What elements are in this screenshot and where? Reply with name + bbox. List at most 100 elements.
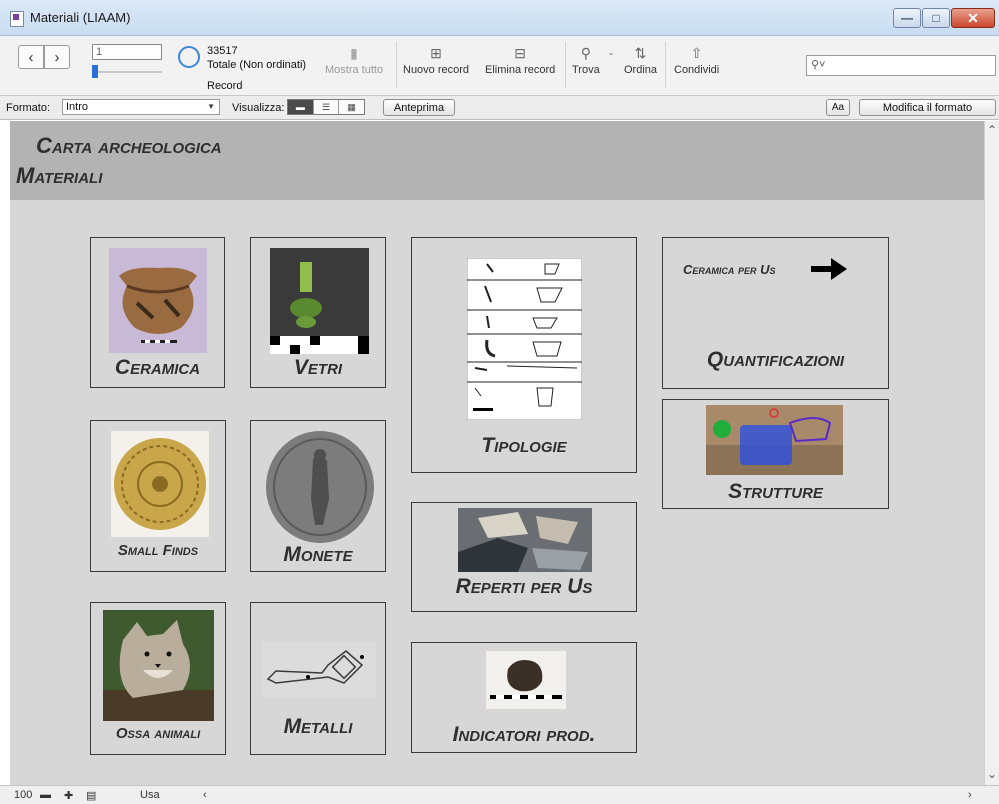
record-slider[interactable] bbox=[92, 65, 162, 78]
chevron-down-icon: ⌄ bbox=[607, 48, 615, 57]
edit-layout-button[interactable]: Modifica il formato bbox=[859, 99, 996, 116]
font-size-button[interactable]: Aa bbox=[826, 99, 850, 116]
share-button[interactable]: ⇧ Condividi bbox=[674, 42, 719, 76]
toolbar-divider bbox=[396, 42, 397, 88]
layout-select[interactable]: Intro ▼ bbox=[62, 99, 220, 115]
delete-record-label: Elimina record bbox=[485, 64, 556, 76]
zoom-out-icon[interactable]: ▬ bbox=[40, 789, 51, 801]
layout-content: Carta archeologica Materiali Ceramica Ve… bbox=[10, 121, 984, 785]
view-label: Visualizza: bbox=[232, 102, 285, 114]
scroll-right-icon[interactable]: › bbox=[968, 789, 972, 801]
card-strutture[interactable]: Strutture bbox=[662, 399, 889, 509]
new-record-label: Nuovo record bbox=[403, 64, 470, 76]
vetri-image bbox=[270, 248, 369, 354]
status-bar: 100 ▬ ✚ ▤ Usa ‹ › bbox=[0, 785, 999, 804]
small-finds-image bbox=[111, 431, 209, 537]
toolbar-divider bbox=[665, 42, 666, 88]
card-small-finds[interactable]: Small Finds bbox=[90, 420, 226, 572]
list-view-button[interactable]: ☰ bbox=[313, 100, 340, 114]
record-label: Record bbox=[207, 80, 243, 92]
indicatori-image bbox=[486, 651, 566, 709]
layout-select-value: Intro bbox=[66, 101, 89, 113]
find-label: Trova bbox=[572, 64, 600, 76]
ceramica-image bbox=[109, 248, 207, 353]
sort-label: Ordina bbox=[624, 64, 658, 76]
monete-image bbox=[263, 429, 377, 545]
vertical-scrollbar[interactable]: ⌃ ⌄ bbox=[984, 121, 999, 785]
card-tipologie[interactable]: Tipologie bbox=[411, 237, 637, 473]
header-band: Carta archeologica Materiali bbox=[10, 121, 984, 200]
card-indicatori-prod-label: Indicatori prod. bbox=[452, 723, 596, 746]
ossa-animali-image bbox=[103, 610, 214, 721]
card-metalli-label: Metalli bbox=[283, 715, 353, 738]
ceramica-per-us-link[interactable]: Ceramica per Us bbox=[683, 262, 776, 277]
zoom-in-icon[interactable]: ✚ bbox=[64, 789, 73, 802]
view-as-switch: ▬ ☰ ▦ bbox=[287, 99, 365, 115]
scroll-left-icon[interactable]: ‹ bbox=[203, 789, 207, 801]
card-quantificazioni[interactable]: Ceramica per Us Quantificazioni bbox=[662, 237, 889, 389]
toolbar-divider bbox=[565, 42, 566, 88]
card-monete-label: Monete bbox=[283, 543, 353, 566]
card-ceramica[interactable]: Ceramica bbox=[90, 237, 225, 388]
next-record-button[interactable]: › bbox=[44, 45, 70, 69]
card-ossa-animali-label: Ossa animali bbox=[115, 725, 201, 742]
toolbar-toggle-icon[interactable]: ▤ bbox=[86, 789, 96, 802]
card-vetri[interactable]: Vetri bbox=[250, 237, 386, 388]
page-title: Carta archeologica bbox=[36, 133, 222, 158]
window-titlebar: Materiali (LIAAM) — □ ✕ bbox=[0, 0, 999, 36]
new-record-button[interactable]: ⊞ Nuovo record bbox=[403, 42, 469, 76]
card-strutture-label: Strutture bbox=[728, 480, 823, 503]
table-view-button[interactable]: ▦ bbox=[339, 100, 365, 114]
page-subtitle: Materiali bbox=[16, 163, 103, 188]
format-label: Formato: bbox=[6, 102, 51, 114]
form-view-button[interactable]: ▬ bbox=[288, 100, 314, 114]
metalli-image bbox=[262, 643, 376, 697]
previous-record-button[interactable]: ‹ bbox=[18, 45, 44, 69]
close-button[interactable]: ✕ bbox=[951, 8, 995, 28]
scroll-down-icon[interactable]: ⌄ bbox=[987, 767, 997, 781]
tipologie-image bbox=[467, 258, 582, 420]
show-all-label: Mostra tutto bbox=[325, 64, 384, 76]
show-all-icon: ▮ bbox=[350, 45, 358, 61]
card-indicatori-prod[interactable]: Indicatori prod. bbox=[411, 642, 637, 753]
total-label: Totale (Non ordinati) bbox=[207, 59, 307, 71]
strutture-image bbox=[706, 405, 843, 475]
card-reperti-per-us-label: Reperti per Us bbox=[455, 575, 593, 598]
search-icon: ⚲˅ bbox=[811, 59, 826, 71]
card-reperti-per-us[interactable]: Reperti per Us bbox=[411, 502, 637, 612]
chevron-down-icon: ▼ bbox=[207, 102, 215, 111]
scroll-up-icon[interactable]: ⌃ bbox=[987, 123, 997, 137]
toolbar: ‹ › 1 33517 Totale (Non ordinati) Record… bbox=[0, 36, 999, 96]
find-menu-button[interactable]: ⌄ bbox=[606, 42, 616, 64]
chevron-left-icon: ‹ bbox=[28, 48, 34, 66]
zoom-level[interactable]: 100 bbox=[14, 789, 32, 801]
show-all-button[interactable]: ▮ Mostra tutto bbox=[325, 42, 383, 76]
card-tipologie-label: Tipologie bbox=[481, 434, 567, 457]
record-slider-thumb[interactable] bbox=[92, 65, 98, 78]
card-metalli[interactable]: Metalli bbox=[250, 602, 386, 755]
card-small-finds-label: Small Finds bbox=[117, 542, 199, 559]
arrow-right-icon bbox=[811, 258, 847, 280]
sort-icon: ⇅ bbox=[634, 45, 647, 61]
share-icon: ⇧ bbox=[690, 45, 703, 61]
find-button[interactable]: ⚲ Trova bbox=[572, 42, 600, 76]
app-icon bbox=[10, 11, 24, 27]
sort-button[interactable]: ⇅ Ordina bbox=[624, 42, 657, 76]
preview-button[interactable]: Anteprima bbox=[383, 99, 455, 116]
record-number-input[interactable]: 1 bbox=[92, 44, 162, 60]
maximize-button[interactable]: □ bbox=[922, 8, 950, 28]
quick-find-input[interactable]: ⚲˅ bbox=[806, 55, 996, 76]
found-set-pie-icon bbox=[178, 46, 200, 68]
layout-bar: Formato: Intro ▼ Visualizza: ▬ ☰ ▦ Antep… bbox=[0, 96, 999, 120]
delete-record-button[interactable]: ⊟ Elimina record bbox=[485, 42, 555, 76]
new-record-icon: ⊞ bbox=[430, 45, 442, 61]
card-monete[interactable]: Monete bbox=[250, 420, 386, 572]
card-ossa-animali[interactable]: Ossa animali bbox=[90, 602, 226, 755]
card-vetri-label: Vetri bbox=[293, 356, 343, 379]
mode-label: Usa bbox=[140, 789, 160, 801]
card-ceramica-label: Ceramica bbox=[114, 356, 201, 379]
find-icon: ⚲ bbox=[580, 45, 591, 61]
window-title: Materiali (LIAAM) bbox=[30, 10, 131, 25]
minimize-button[interactable]: — bbox=[893, 8, 921, 28]
chevron-right-icon: › bbox=[54, 48, 60, 66]
